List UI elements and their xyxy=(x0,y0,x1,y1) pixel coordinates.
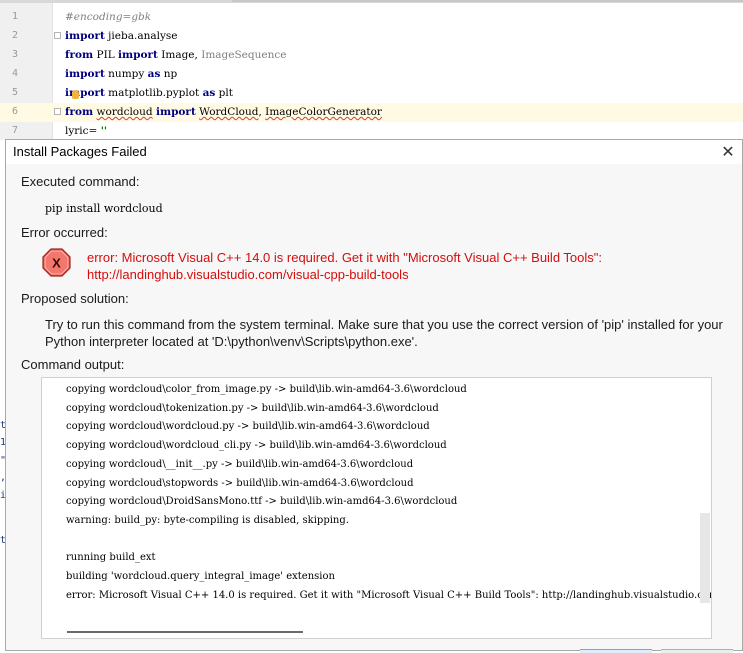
code-token: numpy xyxy=(104,68,148,80)
code-token: import xyxy=(65,30,105,42)
code-token: jieba.analyse xyxy=(104,30,178,42)
output-line: copying wordcloud\color_from_image.py ->… xyxy=(66,384,467,395)
code-token: #encoding=gbk xyxy=(65,11,152,23)
code-token: ImageSequence xyxy=(201,49,287,61)
dialog-title: Install Packages Failed xyxy=(13,144,147,159)
output-line: copying wordcloud\DroidSansMono.ttf -> b… xyxy=(66,496,458,508)
dialog-titlebar: Install Packages Failed ✕ xyxy=(6,140,742,164)
line-number: 5 xyxy=(12,87,19,98)
proposed-solution-label: Proposed solution: xyxy=(21,291,129,306)
editor-tab-strip xyxy=(0,0,743,3)
output-horizontal-scrollbar[interactable] xyxy=(67,631,303,633)
code-text: from PIL import Image, ImageSequence xyxy=(65,49,286,61)
code-token: wordcloud xyxy=(96,106,153,118)
code-token: as xyxy=(147,68,161,80)
line-number: 4 xyxy=(12,68,19,79)
code-token: as xyxy=(202,87,216,99)
code-token: import xyxy=(155,106,196,118)
line-number: 6 xyxy=(12,106,19,117)
code-text: import matplotlib.pyplot as plt xyxy=(65,87,233,99)
output-line: copying wordcloud\wordcloud.py -> build\… xyxy=(66,421,430,433)
code-token: '' xyxy=(100,125,108,137)
code-editor[interactable]: 1 #encoding=gbk 2 import jieba.analyse 3 from… xyxy=(0,0,743,140)
line-number: 1 xyxy=(12,11,19,22)
error-occurred-label: Error occurred: xyxy=(21,225,108,240)
command-output-box[interactable]: error: Microsoft Visual C++ 14.0 is requ… xyxy=(41,377,712,639)
output-line: copying wordcloud\stopwords -> build\lib… xyxy=(66,477,414,489)
code-token: import xyxy=(65,68,105,80)
code-token: from xyxy=(65,49,94,61)
line-number: 2 xyxy=(12,30,19,41)
error-icon-glyph: X xyxy=(52,256,61,271)
close-icon[interactable]: ✕ xyxy=(719,144,737,160)
code-text: import jieba.analyse xyxy=(65,30,178,42)
command-output-label: Command output: xyxy=(21,357,125,372)
error-message: error: Microsoft Visual C++ 14.0 is requ… xyxy=(87,250,603,282)
code-token: import xyxy=(118,49,158,61)
output-line: running build_ext xyxy=(66,552,156,564)
line-number: 7 xyxy=(12,125,19,136)
error-icon: X xyxy=(42,248,71,277)
cancel-button[interactable] xyxy=(661,649,733,653)
output-line: copying wordcloud\wordcloud_cli.py -> bu… xyxy=(66,440,447,452)
code-token: from xyxy=(65,106,94,118)
intention-bulb-icon[interactable] xyxy=(72,90,79,99)
output-line: error: Microsoft Visual C++ 14.0 is requ… xyxy=(66,589,711,601)
code-token: PIL xyxy=(93,49,119,61)
output-line: warning: build_py: byte-compiling is dis… xyxy=(66,514,349,526)
code-text: #encoding=gbk xyxy=(65,11,151,23)
code-text: from wordcloud import WordCloud, ImageCo… xyxy=(65,106,382,118)
code-line[interactable]: 5 import matplotlib.pyplot as plt xyxy=(0,84,743,103)
code-token: WordCloud xyxy=(199,106,259,118)
executed-command-text: pip install wordcloud xyxy=(45,202,163,215)
code-token: plt xyxy=(215,87,233,99)
line-number: 3 xyxy=(12,49,19,60)
code-line[interactable]: 4 import numpy as np xyxy=(0,65,743,84)
proposed-solution-text: Try to run this command from the system … xyxy=(45,317,723,349)
code-line[interactable]: 6 from wordcloud import WordCloud, ImageC… xyxy=(0,103,743,122)
executed-command-label: Executed command: xyxy=(21,174,140,189)
fold-toggle-icon[interactable] xyxy=(54,32,61,39)
code-token: lyric= xyxy=(65,125,101,137)
code-token: ImageColorGenerator xyxy=(265,106,382,118)
code-token: np xyxy=(160,68,178,80)
code-token: import xyxy=(65,87,105,99)
install-failed-dialog: Install Packages Failed ✕ Executed comma… xyxy=(5,139,743,653)
code-text: import numpy as np xyxy=(65,68,177,80)
code-token: matplotlib.pyplot xyxy=(104,87,203,99)
output-line: copying wordcloud\tokenization.py -> bui… xyxy=(66,402,439,414)
code-token: Image, xyxy=(157,49,202,61)
code-line[interactable]: 3 from PIL import Image, ImageSequence xyxy=(0,46,743,65)
output-line: building 'wordcloud.query_integral_image… xyxy=(66,571,335,582)
code-line[interactable]: 2 import jieba.analyse xyxy=(0,27,743,46)
code-text: lyric= '' xyxy=(65,125,107,137)
fold-toggle-icon[interactable] xyxy=(54,108,61,115)
code-line[interactable]: 1 #encoding=gbk xyxy=(0,8,743,27)
ok-button[interactable] xyxy=(580,649,652,653)
output-line: copying wordcloud\__init__.py -> build\l… xyxy=(66,458,414,470)
output-vertical-scrollbar[interactable] xyxy=(700,513,710,603)
